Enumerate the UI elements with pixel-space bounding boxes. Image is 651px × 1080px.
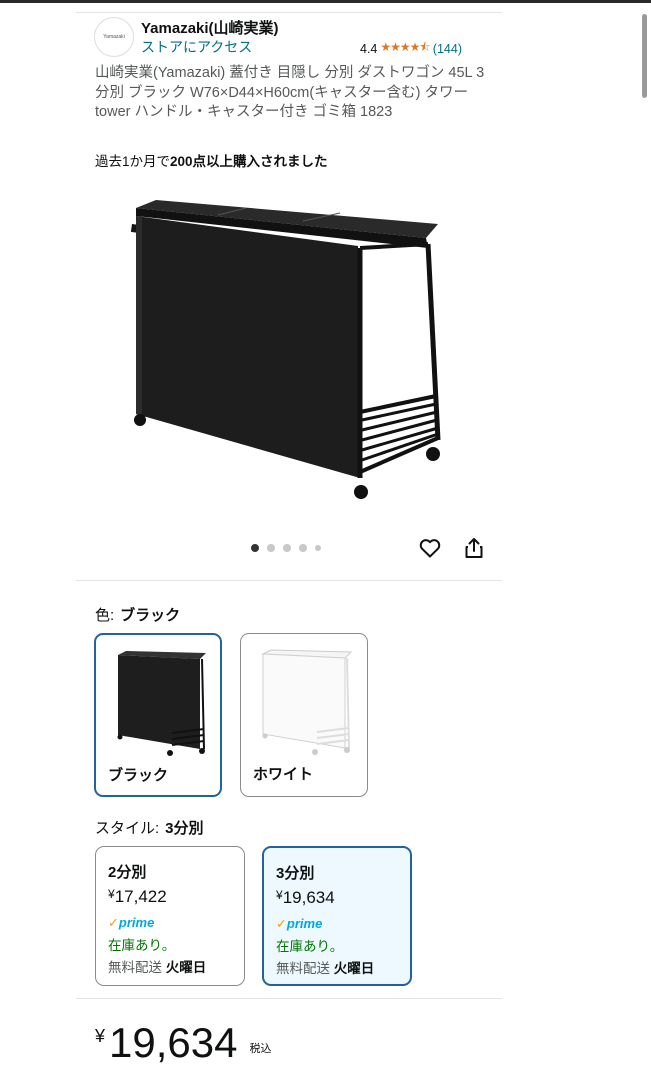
prime-check-icon: ✓ (108, 915, 119, 930)
shipping-info: 無料配送 火曜日 (276, 957, 374, 977)
brand-logo-text: Yamazaki (103, 34, 125, 40)
price-amount: 19,634 (109, 1019, 238, 1066)
style-option-price-value: 19,634 (282, 888, 335, 907)
scrollbar[interactable] (642, 14, 647, 98)
style-label-row: スタイル: 3分別 (95, 817, 204, 838)
color-option-black-image (117, 651, 206, 756)
brand-logo[interactable]: Yamazaki (94, 17, 134, 57)
divider (76, 580, 502, 581)
heart-icon[interactable] (418, 536, 442, 560)
carousel-dot[interactable] (315, 545, 321, 551)
rating[interactable]: 4.4 ★★★★⯪ (144) (360, 38, 462, 59)
stock-status: 在庫あり。 (276, 939, 344, 954)
purchase-count-prefix: 過去1か月で (95, 154, 171, 169)
style-option-2[interactable]: 2分別 ¥17,422 ✓prime 在庫あり。 無料配送 火曜日 (95, 846, 245, 986)
stock-status: 在庫あり。 (108, 938, 176, 953)
carousel-dot[interactable] (299, 544, 307, 552)
shipping-day: 火曜日 (333, 961, 375, 976)
shipping-day: 火曜日 (165, 960, 207, 975)
style-selected: 3分別 (165, 820, 204, 837)
product-title: 山崎実業(Yamazaki) 蓋付き 目隠し 分別 ダストワゴン 45L 3分別… (95, 65, 485, 120)
prime-badge: ✓prime (276, 916, 322, 932)
rating-value: 4.4 (360, 41, 378, 56)
shipping-info: 無料配送 火曜日 (108, 956, 206, 976)
store-link[interactable]: ストアにアクセス (141, 37, 252, 57)
color-label-row: 色: ブラック (95, 604, 180, 625)
yen-symbol: ¥ (276, 888, 283, 902)
status-bar (0, 0, 651, 3)
style-option-price-value: 17,422 (114, 887, 167, 906)
color-option-white-image (261, 649, 353, 755)
prime-text: prime (118, 915, 155, 930)
style-label: スタイル: (95, 820, 160, 837)
style-option-price: ¥17,422 (108, 887, 167, 907)
shipping-prefix: 無料配送 (276, 961, 334, 976)
shipping-prefix: 無料配送 (108, 960, 166, 975)
brand-name[interactable]: Yamazaki(山崎実業) (141, 17, 279, 38)
color-option-white[interactable]: ホワイト (240, 633, 368, 797)
share-icon[interactable] (462, 536, 486, 560)
color-label: 色: (95, 607, 115, 624)
star-rating-icon: ★★★★⯪ (380, 40, 430, 54)
rating-count[interactable]: (144) (433, 42, 462, 56)
yen-symbol: ¥ (108, 887, 115, 901)
product-image[interactable] (128, 186, 458, 506)
color-option-label: ブラック (108, 767, 169, 784)
color-option-label: ホワイト (253, 766, 314, 783)
final-price: ¥ 19,634 税込 (95, 1020, 271, 1066)
prime-text: prime (286, 916, 323, 931)
style-option-name: 3分別 (276, 865, 315, 882)
divider (76, 12, 502, 13)
color-selected: ブラック (120, 607, 181, 624)
tax-label: 税込 (249, 1043, 272, 1055)
purchase-count: 過去1か月で200点以上購入されました (95, 150, 328, 170)
carousel-dot[interactable] (251, 544, 259, 552)
carousel-dot[interactable] (283, 544, 291, 552)
style-option-price: ¥19,634 (276, 888, 335, 908)
prime-check-icon: ✓ (276, 916, 287, 931)
color-option-black[interactable]: ブラック (94, 633, 222, 797)
style-option-name: 2分別 (108, 864, 147, 881)
prime-badge: ✓prime (108, 915, 154, 931)
carousel-dots[interactable] (251, 544, 321, 552)
price-yen-symbol: ¥ (95, 1026, 106, 1046)
divider (76, 998, 502, 999)
purchase-count-bold: 200点以上購入されました (170, 154, 328, 169)
style-option-3[interactable]: 3分別 ¥19,634 ✓prime 在庫あり。 無料配送 火曜日 (262, 846, 412, 986)
carousel-dot[interactable] (267, 544, 275, 552)
